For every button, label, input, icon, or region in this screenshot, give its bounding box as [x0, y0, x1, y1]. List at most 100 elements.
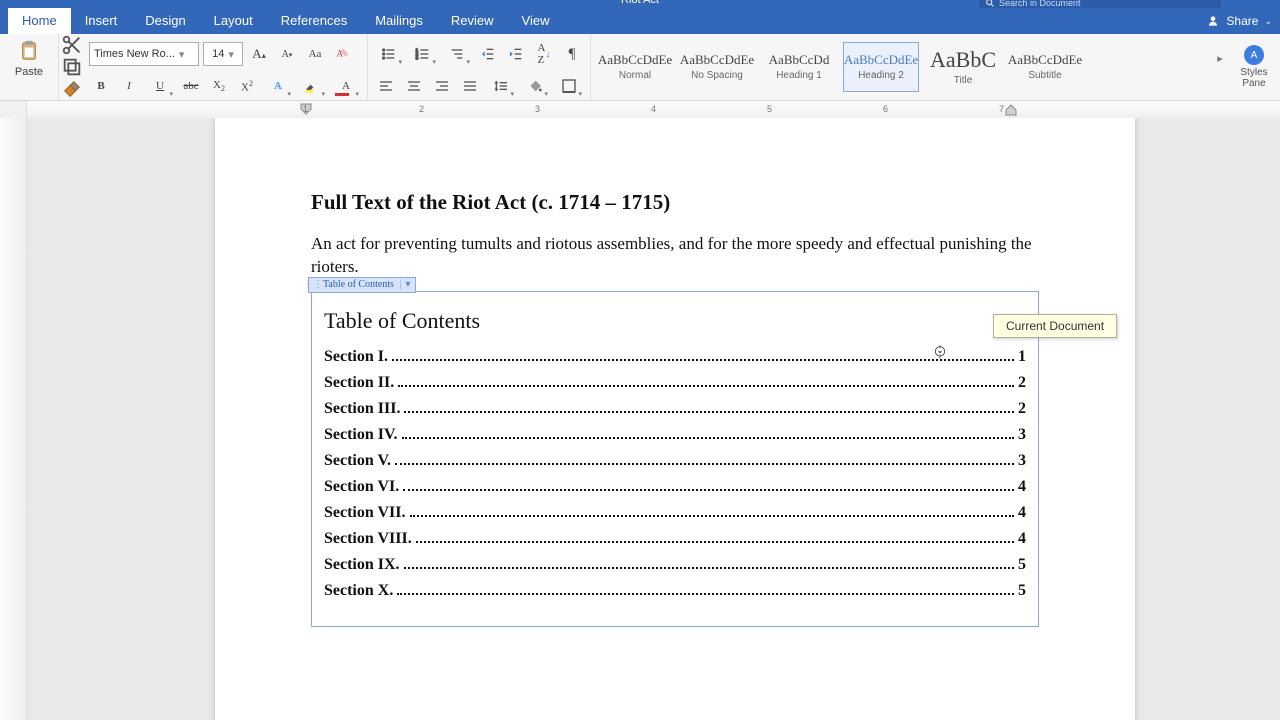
- toc-entry-label: Section IX.: [324, 556, 400, 574]
- clear-formatting-button[interactable]: A: [331, 42, 355, 66]
- toc-entry[interactable]: Section IV. 3: [324, 426, 1026, 444]
- toc-entry[interactable]: Section VIII. 4: [324, 530, 1026, 548]
- change-case-button[interactable]: Aa: [303, 42, 327, 66]
- multilevel-list-button[interactable]: [442, 42, 472, 66]
- toc-entry-page: 5: [1018, 556, 1026, 574]
- copy-button[interactable]: [61, 58, 83, 76]
- style-name: Subtitle: [1028, 70, 1061, 81]
- search-placeholder: Search in Document: [999, 0, 1081, 8]
- tooltip: Current Document: [993, 314, 1117, 338]
- toc-leader: [410, 515, 1015, 517]
- tab-insert[interactable]: Insert: [71, 8, 132, 34]
- tab-layout[interactable]: Layout: [200, 8, 267, 34]
- toc-entry-page: 5: [1018, 582, 1026, 600]
- strikethrough-button[interactable]: abc: [179, 74, 203, 98]
- ruler-number: 1: [303, 104, 308, 114]
- highlight-button[interactable]: [297, 74, 327, 98]
- toc-entry[interactable]: Section I. 1: [324, 348, 1026, 366]
- align-left-button[interactable]: [374, 74, 398, 98]
- style-no-spacing[interactable]: AaBbCcDdEeNo Spacing: [679, 42, 755, 92]
- ruler-number: 5: [767, 104, 772, 114]
- sort-button[interactable]: AZ↓: [532, 42, 556, 66]
- toc-entry[interactable]: Section VI. 4: [324, 478, 1026, 496]
- document-intro[interactable]: An act for preventing tumults and riotou…: [311, 233, 1039, 279]
- tab-references[interactable]: References: [267, 8, 361, 34]
- style-title[interactable]: AaBbCTitle: [925, 42, 1001, 92]
- toc-entry[interactable]: Section II. 2: [324, 374, 1026, 392]
- toc-entry[interactable]: Section VII. 4: [324, 504, 1026, 522]
- toc-entry-page: 3: [1018, 452, 1026, 470]
- text-effects-button[interactable]: A: [263, 74, 293, 98]
- borders-button[interactable]: [554, 74, 584, 98]
- shrink-font-button[interactable]: A▾: [275, 42, 299, 66]
- bold-button[interactable]: B: [89, 74, 113, 98]
- shading-button[interactable]: [520, 74, 550, 98]
- borders-icon: [561, 78, 577, 94]
- document-canvas[interactable]: Full Text of the Riot Act (c. 1714 – 171…: [27, 118, 1280, 720]
- toc-leader: [395, 463, 1014, 465]
- styles-pane-icon: A: [1244, 45, 1264, 65]
- style-normal[interactable]: AaBbCcDdEeNormal: [597, 42, 673, 92]
- style-subtitle[interactable]: AaBbCcDdEeSubtitle: [1007, 42, 1083, 92]
- toc-leader: [398, 385, 1014, 387]
- line-spacing-button[interactable]: [486, 74, 516, 98]
- increase-indent-button[interactable]: [504, 42, 528, 66]
- toc-entry-page: 3: [1018, 426, 1026, 444]
- tab-home[interactable]: Home: [8, 8, 71, 34]
- toc-leader: [404, 567, 1014, 569]
- toc-leader: [416, 541, 1014, 543]
- tab-mailings[interactable]: Mailings: [361, 8, 437, 34]
- align-right-button[interactable]: [430, 74, 454, 98]
- font-color-button[interactable]: A: [331, 74, 361, 98]
- grow-font-button[interactable]: A▴: [247, 42, 271, 66]
- styles-more-button[interactable]: ▸: [1212, 34, 1228, 82]
- format-painter-button[interactable]: [61, 80, 83, 98]
- toc-entry[interactable]: Section V. 3: [324, 452, 1026, 470]
- toc-entry[interactable]: Section III. 2: [324, 400, 1026, 418]
- toc-leader: [404, 411, 1014, 413]
- show-marks-button[interactable]: ¶: [560, 42, 584, 66]
- subscript-button[interactable]: X2: [207, 74, 231, 98]
- align-center-button[interactable]: [402, 74, 426, 98]
- page[interactable]: Full Text of the Riot Act (c. 1714 – 171…: [215, 118, 1135, 720]
- style-name: Heading 1: [776, 70, 822, 81]
- cut-button[interactable]: [61, 36, 83, 54]
- styles-pane-label: Styles Pane: [1234, 67, 1274, 89]
- toc-heading[interactable]: Table of Contents: [324, 308, 1026, 334]
- toc-entry-label: Section VIII.: [324, 530, 412, 548]
- toc-field-handle[interactable]: ⋮⋮ Table of Contents ▾: [308, 277, 416, 293]
- underline-button[interactable]: U: [145, 74, 175, 98]
- styles-gallery: AaBbCcDdEeNormalAaBbCcDdEeNo SpacingAaBb…: [591, 34, 1212, 100]
- ribbon-tabs: HomeInsertDesignLayoutReferencesMailings…: [0, 8, 1280, 34]
- right-indent-marker[interactable]: [1005, 103, 1017, 117]
- chevron-down-icon[interactable]: ▾: [400, 279, 415, 290]
- superscript-button[interactable]: X2: [235, 74, 259, 98]
- paste-button[interactable]: Paste: [0, 34, 59, 100]
- vertical-ruler[interactable]: [0, 118, 27, 720]
- toc-entry-label: Section I.: [324, 348, 388, 366]
- share-button[interactable]: Share ⌄: [1206, 8, 1272, 34]
- italic-button[interactable]: I: [117, 74, 141, 98]
- style-heading-1[interactable]: AaBbCcDdHeading 1: [761, 42, 837, 92]
- styles-pane-button[interactable]: A Styles Pane: [1228, 34, 1280, 100]
- cursor-icon: [932, 342, 948, 362]
- toc-entry-label: Section II.: [324, 374, 394, 392]
- toc-entry-label: Section IV.: [324, 426, 398, 444]
- numbering-button[interactable]: 123: [408, 42, 438, 66]
- font-family-combo[interactable]: Times New Ro...▾: [89, 42, 199, 66]
- style-heading-2[interactable]: AaBbCcDdEeHeading 2: [843, 42, 919, 92]
- toc-leader: [397, 593, 1014, 595]
- toc-field[interactable]: ⋮⋮ Table of Contents ▾ Table of Contents…: [311, 291, 1039, 627]
- tab-review[interactable]: Review: [437, 8, 508, 34]
- justify-button[interactable]: [458, 74, 482, 98]
- toc-entry[interactable]: Section X. 5: [324, 582, 1026, 600]
- document-title[interactable]: Full Text of the Riot Act (c. 1714 – 171…: [311, 190, 1039, 215]
- style-preview: AaBbCcDdEe: [598, 53, 672, 66]
- tab-design[interactable]: Design: [131, 8, 199, 34]
- font-size-combo[interactable]: 14▾: [203, 42, 243, 66]
- decrease-indent-button[interactable]: [476, 42, 500, 66]
- bullets-button[interactable]: [374, 42, 404, 66]
- toc-entry[interactable]: Section IX. 5: [324, 556, 1026, 574]
- bullet-list-icon: [381, 46, 397, 62]
- tab-view[interactable]: View: [508, 8, 564, 34]
